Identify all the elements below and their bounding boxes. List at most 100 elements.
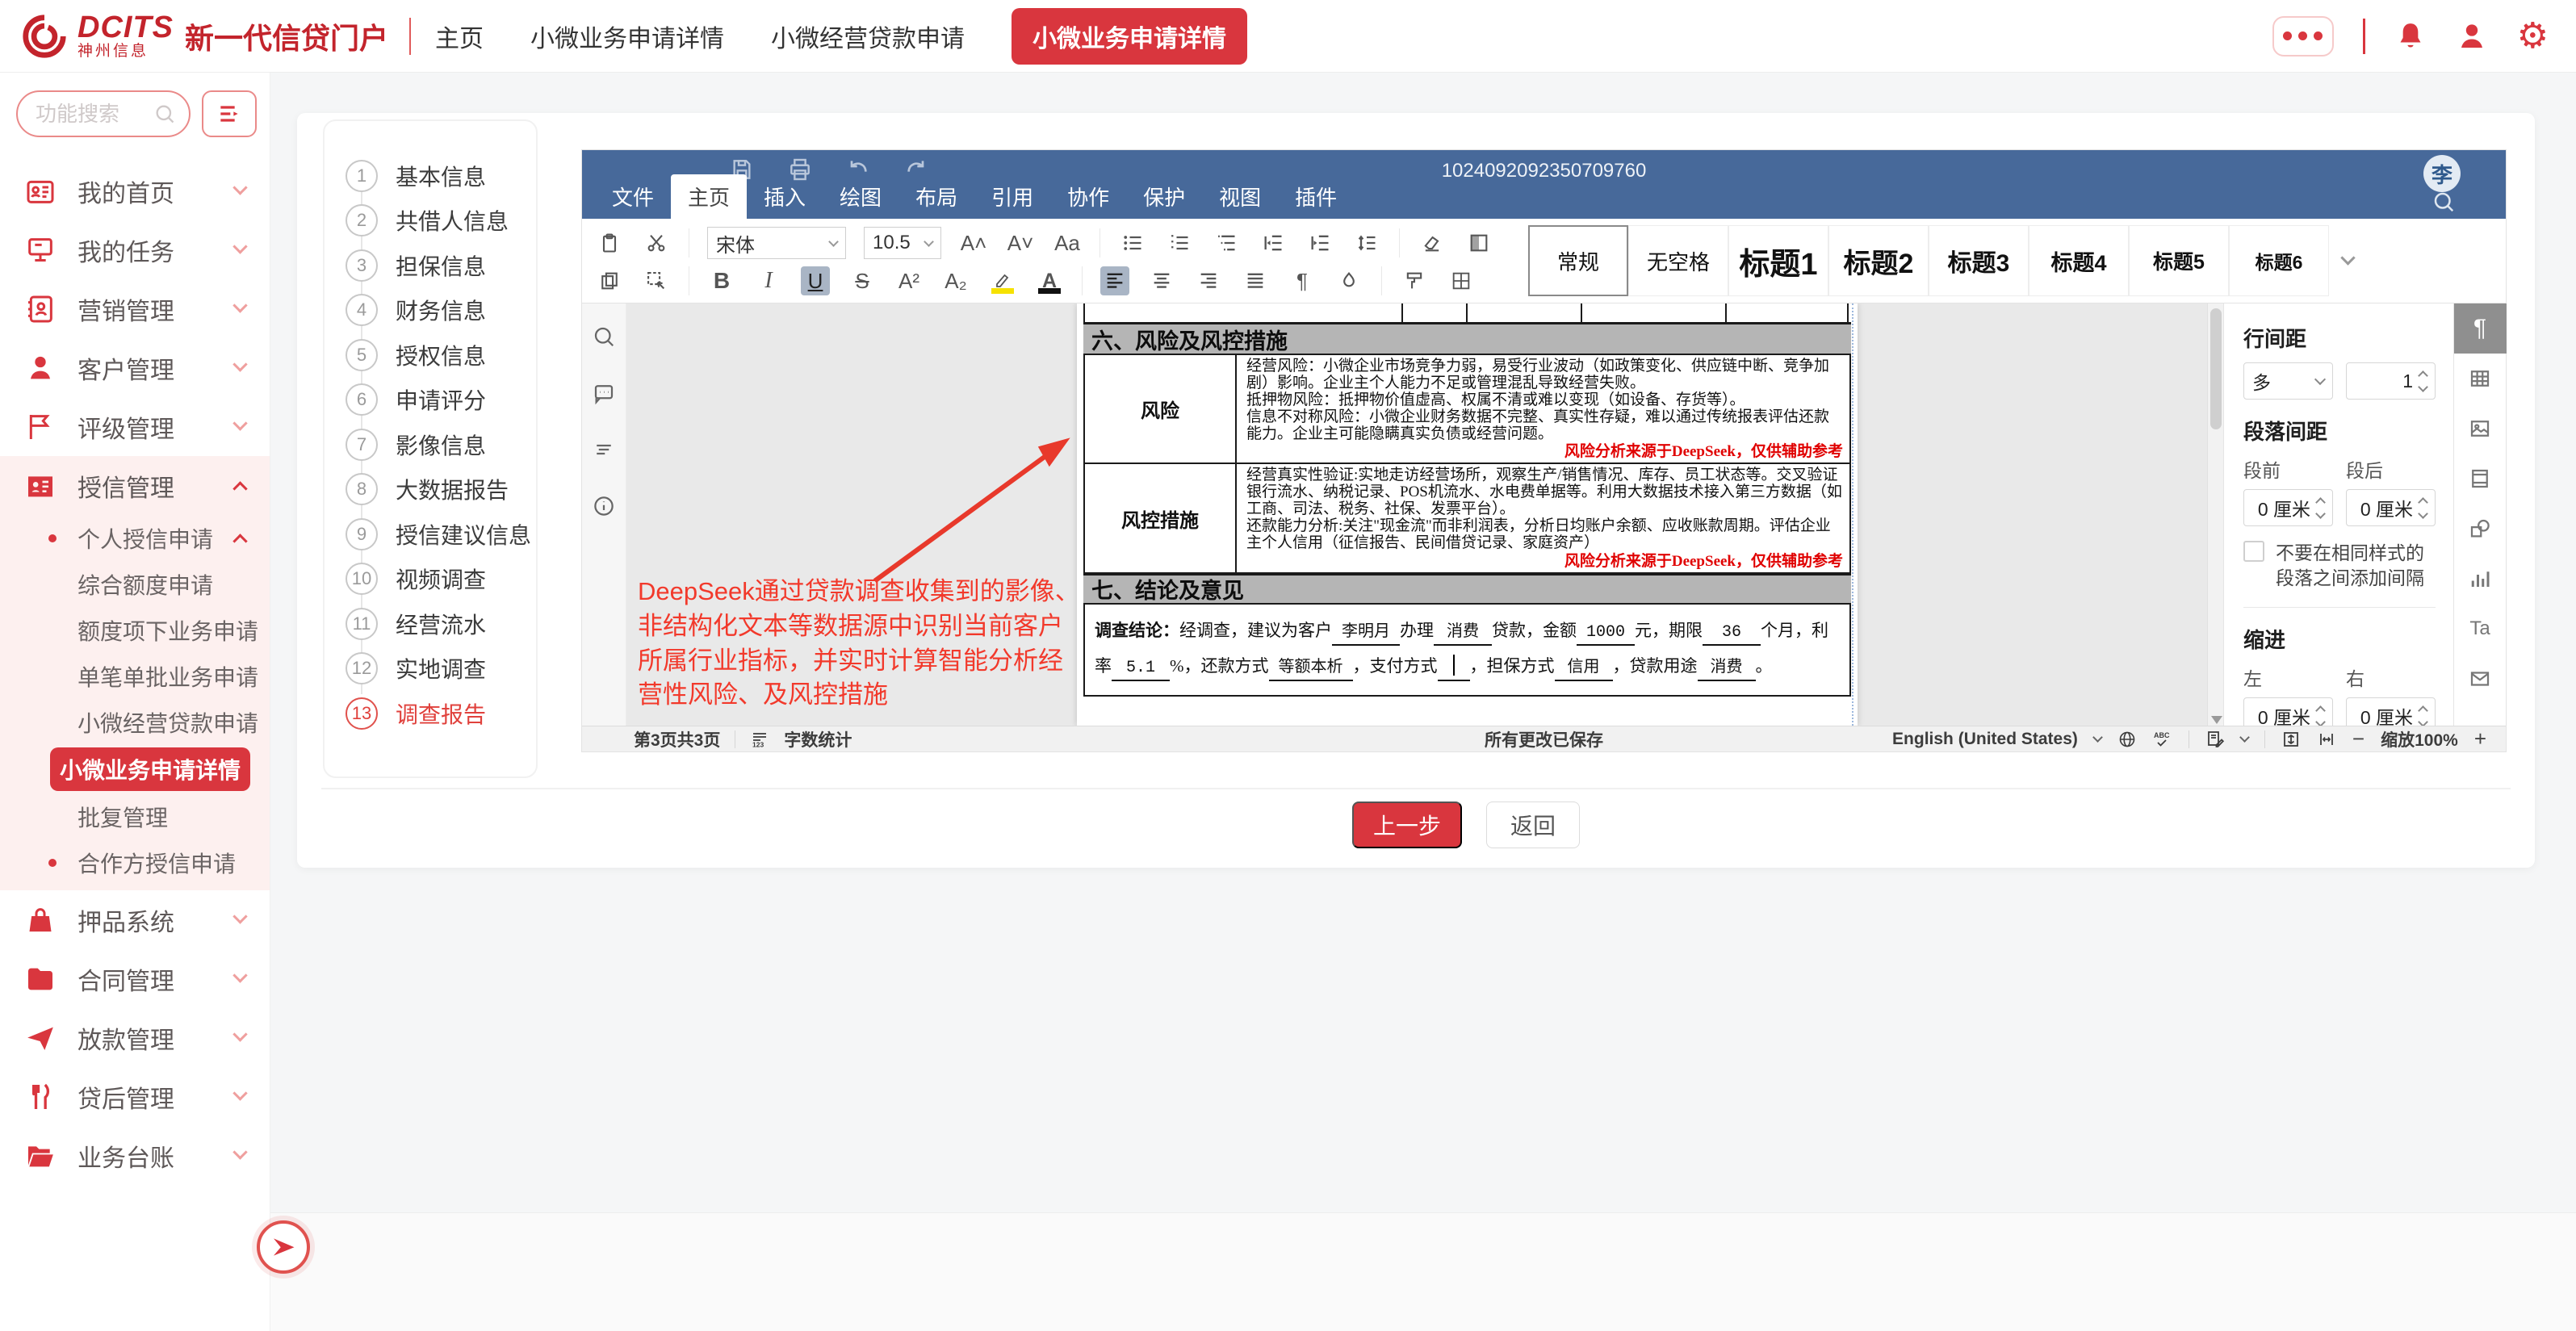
sidebar-item-customers[interactable]: 客户管理 [0, 338, 270, 397]
sidebar-item-disbursement[interactable]: 放款管理 [0, 1008, 270, 1067]
info-icon[interactable] [592, 494, 616, 518]
bullet-list-icon[interactable] [1118, 228, 1147, 257]
style-gallery-more-icon[interactable] [2329, 225, 2366, 296]
paste-icon[interactable] [595, 228, 624, 257]
step-authorization[interactable]: 5授权信息 [346, 333, 536, 378]
sidebar-item-collateral[interactable]: 押品系统 [0, 890, 270, 949]
sidebar-item-personal-credit[interactable]: 个人授信申请 [0, 515, 270, 561]
change-case-icon[interactable]: Aa [1053, 228, 1082, 257]
stepper-arrows-icon[interactable] [2419, 372, 2427, 391]
chart-panel-tab[interactable] [2454, 554, 2507, 604]
line-spacing-icon[interactable] [1352, 228, 1381, 257]
step-survey-report-active[interactable]: 13调查报告 [346, 691, 536, 736]
fit-width-icon[interactable] [2317, 730, 2336, 749]
headings-outline-icon[interactable] [592, 437, 616, 462]
scrollbar-thumb[interactable] [2210, 308, 2222, 429]
menu-draw[interactable]: 绘图 [823, 174, 898, 219]
user-profile-icon[interactable] [2456, 20, 2488, 52]
bold-icon[interactable]: B [707, 266, 736, 295]
style-heading3[interactable]: 标题3 [1929, 225, 2029, 296]
menu-file[interactable]: 文件 [595, 174, 671, 219]
cut-icon[interactable] [642, 228, 671, 257]
decrease-font-icon[interactable]: A˅ [1006, 228, 1035, 257]
globe-icon[interactable] [2117, 730, 2137, 749]
style-heading2[interactable]: 标题2 [1828, 225, 1929, 296]
indent-right-stepper[interactable]: 0 厘米 [2346, 697, 2436, 726]
clear-format-icon[interactable] [1418, 228, 1447, 257]
same-style-spacing-checkbox[interactable] [2243, 541, 2264, 562]
stepper-arrows-icon[interactable] [2419, 707, 2427, 726]
sidebar-item-micro-loan-apply[interactable]: 小微经营贷款申请 [0, 699, 270, 745]
style-normal[interactable]: 常规 [1528, 225, 1628, 296]
sidebar-item-credit-mgmt[interactable]: 授信管理 [0, 456, 270, 515]
zoom-out-icon[interactable]: − [2352, 726, 2364, 751]
step-credit-advice[interactable]: 9授信建议信息 [346, 512, 536, 557]
align-left-icon[interactable] [1100, 266, 1129, 295]
menu-plugins[interactable]: 插件 [1278, 174, 1354, 219]
shapes-panel-tab[interactable] [2454, 504, 2507, 554]
sidebar-item-my-home[interactable]: 我的首页 [0, 161, 270, 220]
tab-micro-detail-1[interactable]: 小微业务申请详情 [530, 19, 724, 54]
menu-home[interactable]: 主页 [671, 174, 747, 219]
tab-micro-loan-apply[interactable]: 小微经营贷款申请 [771, 19, 965, 54]
return-button[interactable]: 返回 [1486, 802, 1580, 848]
style-no-spacing[interactable]: 无空格 [1628, 225, 1728, 296]
tab-micro-detail-active[interactable]: 小微业务申请详情 [1012, 8, 1247, 65]
sidebar-item-approval-mgmt[interactable]: 批复管理 [0, 793, 270, 839]
spacing-after-stepper[interactable]: 0 厘米 [2346, 489, 2436, 526]
sidebar-item-under-limit-biz[interactable]: 额度项下业务申请 [0, 607, 270, 653]
stepper-arrows-icon[interactable] [2317, 707, 2324, 726]
step-video-survey[interactable]: 10视频调查 [346, 557, 536, 602]
indent-left-stepper[interactable]: 0 厘米 [2243, 697, 2333, 726]
language-selector[interactable]: English (United States) [1892, 730, 2078, 749]
style-heading1[interactable]: 标题1 [1728, 225, 1828, 296]
align-center-icon[interactable] [1147, 266, 1176, 295]
line-spacing-count-stepper[interactable]: 1 [2346, 362, 2436, 400]
document-page[interactable]: 六、风险及风控措施 风险 经营风险：小微企业市场竞争力弱，易受行业波动（如政策变… [1077, 303, 1858, 726]
sidebar-item-marketing[interactable]: 营销管理 [0, 279, 270, 338]
function-search-input[interactable] [36, 102, 153, 127]
sidebar-item-my-tasks[interactable]: 我的任务 [0, 220, 270, 279]
word-count-label[interactable]: 字数统计 [784, 727, 852, 751]
numbered-list-icon[interactable] [1165, 228, 1194, 257]
zoom-level[interactable]: 缩放100% [2381, 727, 2458, 751]
sidebar-item-partner-credit[interactable]: 合作方授信申请 [0, 839, 270, 885]
sidebar-item-composite-limit[interactable]: 综合额度申请 [0, 561, 270, 607]
format-painter-icon[interactable] [1400, 266, 1429, 295]
style-heading6[interactable]: 标题6 [2229, 225, 2329, 296]
fill-color-icon[interactable] [1334, 266, 1363, 295]
sidebar-item-rating[interactable]: 评级管理 [0, 397, 270, 456]
step-imaging[interactable]: 7影像信息 [346, 422, 536, 467]
step-field-survey[interactable]: 12实地调查 [346, 647, 536, 692]
user-avatar[interactable]: 李 [2423, 155, 2461, 192]
mail-merge-panel-tab[interactable] [2454, 654, 2507, 704]
subscript-icon[interactable]: A₂ [941, 266, 970, 295]
menu-references[interactable]: 引用 [974, 174, 1050, 219]
more-messages-icon[interactable] [2272, 16, 2334, 57]
paragraph-marks-icon[interactable]: ¶ [1288, 266, 1317, 295]
editor-search-icon[interactable] [2431, 190, 2456, 214]
step-operating-flow[interactable]: 11经营流水 [346, 601, 536, 647]
function-search-box[interactable] [16, 90, 191, 137]
paragraph-panel-tab[interactable]: ¶ [2454, 303, 2507, 354]
comments-icon[interactable] [592, 381, 616, 405]
scrollbar-down-icon[interactable] [2211, 716, 2222, 724]
justify-icon[interactable] [1241, 266, 1270, 295]
menu-layout[interactable]: 布局 [898, 174, 974, 219]
stepper-arrows-icon[interactable] [2317, 499, 2324, 517]
font-color-icon[interactable]: A [1035, 266, 1064, 295]
settings-gear-icon[interactable]: ⚙ [2517, 20, 2549, 52]
sidebar-item-business-ledger[interactable]: 业务台账 [0, 1126, 270, 1185]
select-icon[interactable] [642, 266, 671, 295]
notification-bell-icon[interactable] [2394, 20, 2427, 52]
step-basic-info[interactable]: 1基本信息 [346, 153, 536, 199]
step-finance[interactable]: 4财务信息 [346, 288, 536, 333]
highlight-color-icon[interactable] [988, 266, 1017, 295]
menu-collapse-button[interactable] [202, 90, 257, 137]
copy-icon[interactable] [595, 266, 624, 295]
style-heading4[interactable]: 标题4 [2029, 225, 2129, 296]
menu-protect[interactable]: 保护 [1126, 174, 1202, 219]
font-size-select[interactable]: 10.5 [864, 227, 941, 259]
menu-view[interactable]: 视图 [1202, 174, 1278, 219]
font-name-select[interactable]: 宋体 [707, 227, 846, 259]
